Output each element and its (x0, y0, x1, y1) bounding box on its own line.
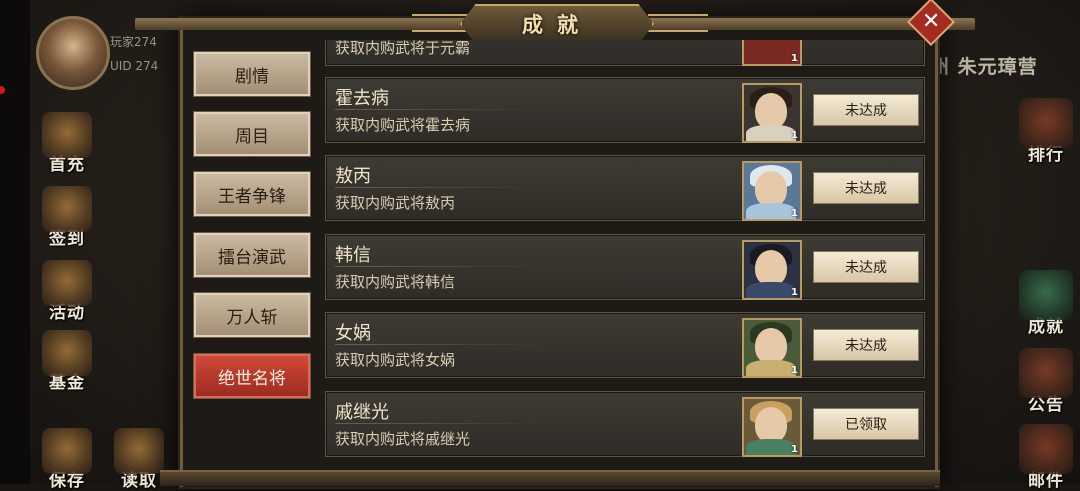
status-button[interactable]: 已领取 (813, 408, 919, 440)
achievement-name: 韩信 (335, 245, 371, 266)
ranking-icon (1019, 98, 1073, 148)
activity-icon (42, 260, 92, 306)
close-icon: ✕ (921, 9, 941, 34)
item-count: 1 (791, 130, 798, 141)
list-item: 韩信 获取内购武将韩信 1 未达成 (325, 234, 925, 300)
general-portrait: 1 (742, 318, 802, 378)
mail-button[interactable]: 邮件 (1014, 424, 1078, 491)
dialog-title: 成就 (522, 12, 592, 37)
general-portrait: 1 (742, 397, 802, 457)
tab-arena[interactable]: 擂台演武 (193, 232, 311, 278)
achievement-desc: 获取内购武将戚继光 (335, 430, 471, 448)
screen-edge (0, 0, 30, 484)
save-icon (42, 428, 92, 474)
achievement-list[interactable]: 获取内购武将于元霸 1 霍去病 获取内购武将霍去病 1 未达成 敖丙 获取内购武… (322, 40, 926, 460)
achievement-name: 女娲 (335, 323, 371, 344)
tab-ten-thousand-slay[interactable]: 万人斩 (193, 292, 311, 338)
status-button[interactable]: 未达成 (813, 329, 919, 361)
checkin-button[interactable]: 签到 (36, 186, 98, 249)
achievement-name: 霍去病 (335, 88, 389, 109)
notice-icon (1019, 348, 1073, 398)
player-name: 玩家274 (110, 35, 157, 49)
first-charge-icon (42, 112, 92, 158)
divider (335, 109, 545, 110)
item-count: 1 (791, 53, 798, 64)
divider (335, 344, 545, 345)
divider (335, 423, 545, 424)
achievement-name: 戚继光 (335, 402, 389, 423)
achievement-desc: 获取内购武将于元霸 (335, 40, 471, 57)
save-button[interactable]: 保存 (36, 428, 98, 491)
achievement-desc: 获取内购武将霍去病 (335, 116, 471, 134)
achievement-desc: 获取内购武将韩信 (335, 273, 456, 291)
tab-peerless-generals[interactable]: 绝世名将 (193, 353, 311, 399)
load-icon (114, 428, 164, 474)
activity-button[interactable]: 活动 (36, 260, 98, 323)
list-item: 戚继光 获取内购武将戚继光 1 已领取 (325, 391, 925, 457)
achievement-button[interactable]: 成就 (1014, 270, 1078, 337)
tab-king-contest[interactable]: 王者争锋 (193, 171, 311, 217)
list-item: 获取内购武将于元霸 1 (325, 40, 925, 66)
dialog-title-plate: 成就 (460, 4, 654, 44)
title-ornament-right (648, 14, 708, 32)
divider (335, 187, 545, 188)
general-portrait: 1 (742, 240, 802, 300)
general-portrait: 1 (742, 40, 802, 66)
status-button[interactable]: 未达成 (813, 94, 919, 126)
camp-banner: 州 朱元璋营 (930, 56, 1038, 78)
general-portrait: 1 (742, 83, 802, 143)
achievement-name: 敖丙 (335, 166, 371, 187)
player-avatar[interactable] (36, 16, 110, 90)
tab-story[interactable]: 剧情 (193, 51, 311, 97)
fund-icon (42, 330, 92, 376)
status-button[interactable]: 未达成 (813, 172, 919, 204)
divider (335, 266, 545, 267)
item-count: 1 (791, 365, 798, 376)
ranking-button[interactable]: 排行 (1014, 98, 1078, 165)
achievement-desc: 获取内购武将女娲 (335, 351, 456, 369)
item-count: 1 (791, 444, 798, 455)
general-portrait: 1 (742, 161, 802, 221)
item-count: 1 (791, 208, 798, 219)
mail-icon (1019, 424, 1073, 474)
achievement-desc: 获取内购武将敖丙 (335, 194, 456, 212)
status-button[interactable]: 未达成 (813, 251, 919, 283)
tab-cycle[interactable]: 周目 (193, 111, 311, 157)
first-charge-button[interactable]: 首充 (36, 112, 98, 175)
list-item: 女娲 获取内购武将女娲 1 未达成 (325, 312, 925, 378)
achievement-icon (1019, 270, 1073, 320)
list-item: 敖丙 获取内购武将敖丙 1 未达成 (325, 155, 925, 221)
item-count: 1 (791, 287, 798, 298)
fund-button[interactable]: 基金 (36, 330, 98, 393)
list-item: 霍去病 获取内购武将霍去病 1 未达成 (325, 77, 925, 143)
checkin-icon (42, 186, 92, 232)
notice-button[interactable]: 公告 (1014, 348, 1078, 415)
player-uid: UID 274 (110, 59, 159, 73)
